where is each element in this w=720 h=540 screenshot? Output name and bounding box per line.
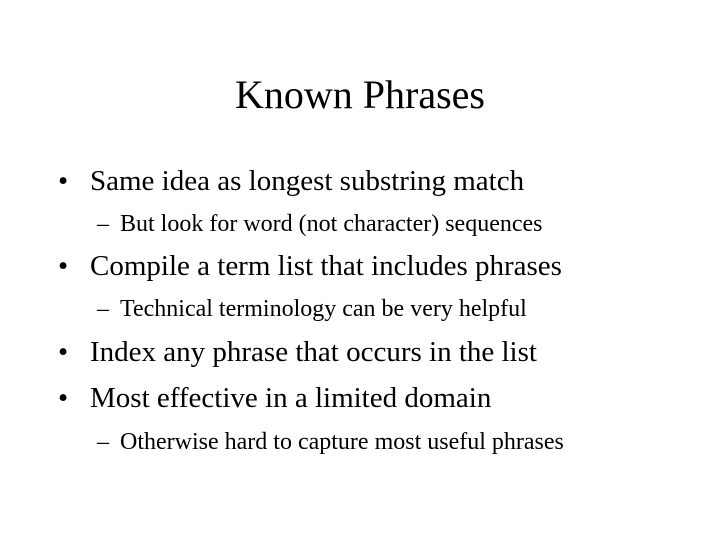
sub-bullet-marker: –: [97, 429, 109, 455]
sub-bullet-item: – Technical terminology can be very helpf…: [97, 295, 527, 323]
sub-bullet-marker: –: [97, 211, 109, 237]
sub-bullet-marker: –: [97, 296, 109, 322]
sub-bullet-text: Technical terminology can be very helpfu…: [120, 296, 527, 322]
sub-bullet-item: – Otherwise hard to capture most useful p…: [97, 428, 564, 456]
bullet-text: Same idea as longest substring match: [90, 165, 525, 197]
bullet-text: Index any phrase that occurs in the list: [90, 336, 537, 368]
bullet-marker: •: [58, 250, 69, 282]
sub-bullet-text: But look for word (not character) sequen…: [120, 211, 543, 237]
bullet-text: Compile a term list that includes phrase…: [90, 250, 562, 282]
bullet-item: • Most effective in a limited domain: [58, 381, 491, 415]
bullet-item: • Index any phrase that occurs in the lis…: [58, 335, 537, 369]
bullet-marker: •: [58, 336, 69, 368]
sub-bullet-item: – But look for word (not character) seque…: [97, 210, 543, 238]
bullet-marker: •: [58, 165, 69, 197]
bullet-item: • Compile a term list that includes phras…: [58, 249, 562, 283]
bullet-item: • Same idea as longest substring match: [58, 164, 524, 198]
slide-title: Known Phrases: [235, 72, 485, 117]
bullet-marker: •: [58, 382, 69, 414]
bullet-text: Most effective in a limited domain: [90, 382, 492, 414]
sub-bullet-text: Otherwise hard to capture most useful ph…: [120, 429, 564, 455]
